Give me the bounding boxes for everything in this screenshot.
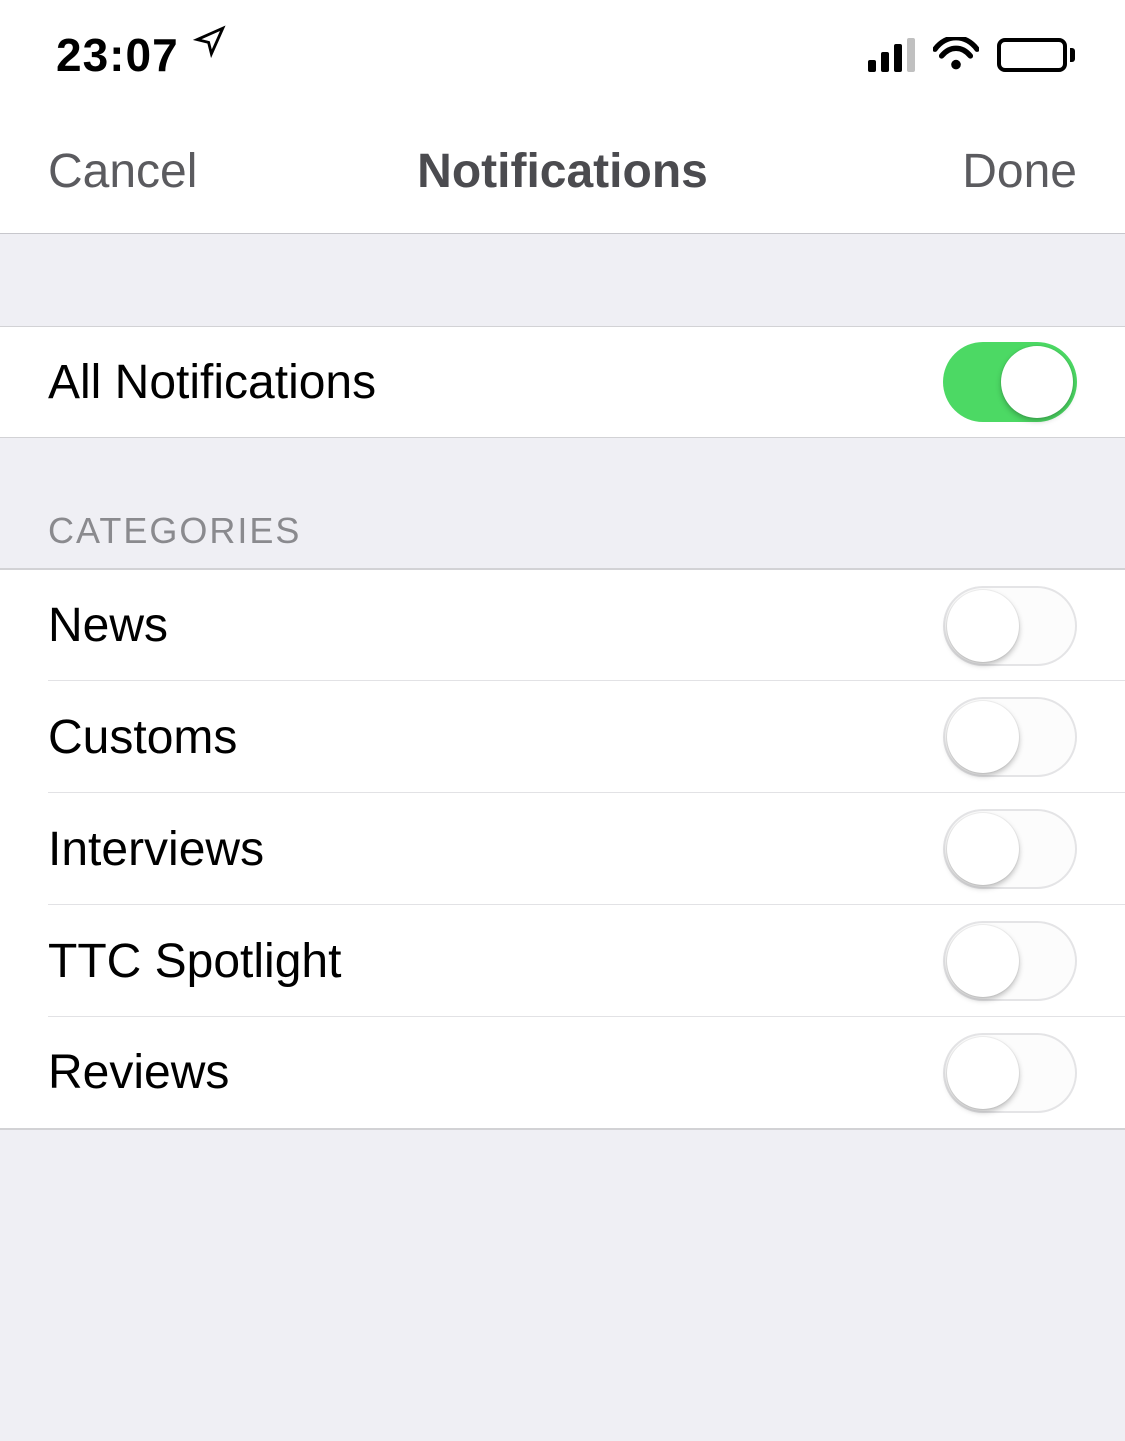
category-label: Interviews [48, 822, 264, 877]
status-bar: 23:07 [0, 0, 1125, 110]
cancel-button[interactable]: Cancel [48, 144, 228, 199]
wifi-icon [933, 37, 979, 73]
battery-icon [997, 38, 1075, 72]
category-row-reviews: Reviews [0, 1017, 1125, 1129]
all-notifications-toggle[interactable] [943, 342, 1077, 422]
nav-bar: Cancel Notifications Done [0, 110, 1125, 234]
all-notifications-row: All Notifications [0, 326, 1125, 438]
categories-list: News Customs Interviews TTC Spotlight Re… [0, 568, 1125, 1130]
page-title: Notifications [228, 144, 897, 199]
status-left: 23:07 [56, 28, 227, 82]
categories-header: CATEGORIES [0, 438, 1125, 568]
category-toggle-customs[interactable] [943, 697, 1077, 777]
status-time: 23:07 [56, 28, 179, 82]
cellular-signal-icon [868, 38, 915, 72]
status-right [868, 37, 1075, 73]
bottom-fill [0, 1130, 1125, 1441]
done-button[interactable]: Done [897, 144, 1077, 199]
category-row-interviews: Interviews [0, 793, 1125, 905]
category-toggle-ttc-spotlight[interactable] [943, 921, 1077, 1001]
screen: 23:07 [0, 0, 1125, 1441]
section-gap [0, 234, 1125, 326]
category-toggle-news[interactable] [943, 586, 1077, 666]
category-label: News [48, 598, 168, 653]
category-row-ttc-spotlight: TTC Spotlight [0, 905, 1125, 1017]
category-label: TTC Spotlight [48, 934, 341, 989]
category-row-news: News [0, 569, 1125, 681]
category-toggle-interviews[interactable] [943, 809, 1077, 889]
location-arrow-icon [193, 23, 227, 68]
category-label: Reviews [48, 1045, 229, 1100]
all-notifications-label: All Notifications [48, 355, 376, 410]
category-row-customs: Customs [0, 681, 1125, 793]
category-label: Customs [48, 710, 237, 765]
category-toggle-reviews[interactable] [943, 1033, 1077, 1113]
